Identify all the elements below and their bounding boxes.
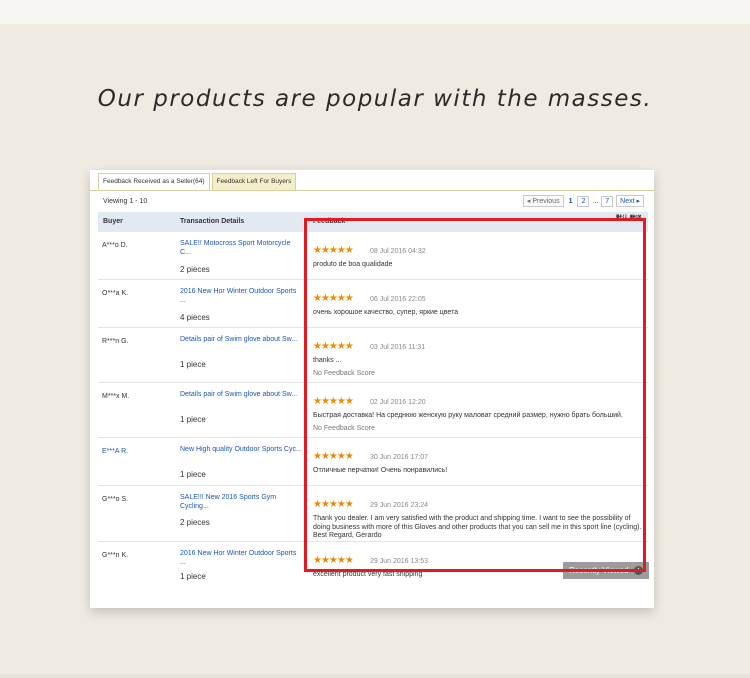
rating-stars: ★★★★★ [313,341,354,352]
feedback-text: Thank you dealer. I am very satisfied wi… [313,515,642,540]
table-row: A***o D. SALE!! Motocross Sport Motorcyc… [98,232,648,280]
product-link[interactable]: SALE!! Motocross Sport Motorcycle C... [180,239,302,257]
feedback-text: thanks ... [313,357,342,364]
page-current: 1 [568,197,573,205]
rating-stars: ★★★★★ [313,499,354,510]
product-link[interactable]: SALE!!! New 2016 Sports Gym Cycling... [180,493,302,511]
no-feedback-score: No Feedback Score [313,369,375,377]
feedback-date: 06 Jul 2016 22:05 [370,296,426,303]
buyer-name: A***o D. [102,242,128,249]
pager-ellipsis: ... [592,197,599,205]
feedback-text: Быстрая доставка! На среднюю женскую рук… [313,412,623,419]
table-row: R***n G. Details pair of Swim glove abou… [98,328,648,383]
feedback-cell: ★★★★★ 03 Jul 2016 11:31 thanks ... No Fee… [313,336,643,377]
header-buyer: Buyer [103,218,123,225]
translate-toggle[interactable]: 默认 翻译 [616,213,642,222]
product-link[interactable]: 2016 New Hor Winter Outdoor Sports ... [180,549,302,567]
product-link[interactable]: New High quality Outdoor Sports Cyc... [180,445,302,454]
feedback-text: очень хорошое качество, супер, яркие цве… [313,309,459,316]
feedback-cell: ★★★★★ 06 Jul 2016 22:05 очень хорошое кач… [313,288,643,318]
buyer-name: G***n K. [102,552,129,559]
rating-stars: ★★★★★ [313,396,354,407]
rating-stars: ★★★★★ [313,245,354,256]
quantity: 2 pieces [180,518,210,527]
feedback-tabs: Feedback Received as a Seller(64) Feedba… [98,173,298,191]
feedback-date: 29 Jun 2016 13:53 [370,558,428,565]
quantity: 2 pieces [180,265,210,274]
buyer-name: R***n G. [102,338,129,345]
quantity: 1 piece [180,572,206,581]
quantity: 1 piece [180,360,206,369]
viewing-range: Viewing 1 - 10 [103,198,148,205]
table-row: E***A R. New High quality Outdoor Sports… [98,438,648,486]
header-feedback: Feedback [313,218,346,225]
rating-stars: ★★★★★ [313,555,354,566]
feedback-date: 08 Jul 2016 04:32 [370,248,426,255]
feedback-cell: ★★★★★ 02 Jul 2016 12:20 Быстрая доставка!… [313,391,643,432]
product-link[interactable]: Details pair of Swim glove about Sw... [180,335,302,344]
tab-feedback-left[interactable]: Feedback Left For Buyers [211,173,297,191]
table-row: O***a K. 2016 New Hor Winter Outdoor Spo… [98,280,648,328]
feedback-panel: Feedback Received as a Seller(64) Feedba… [90,170,654,608]
table-row: M***x M. Details pair of Swim glove abou… [98,383,648,438]
bottom-strip [0,674,750,678]
feedback-rows: A***o D. SALE!! Motocross Sport Motorcyc… [98,232,648,589]
feedback-cell: ★★★★★ 30 Jun 2016 17:07 Отличные перчатки… [313,446,643,476]
buyer-name: G***o S. [102,496,129,503]
quantity: 1 piece [180,415,206,424]
buyer-name: M***x M. [102,393,130,400]
header-transaction: Transaction Details [180,218,245,225]
previous-button[interactable]: ◂ Previous [522,195,564,207]
buyer-name: O***a K. [102,290,129,297]
feedback-date: 29 Jun 2016 23:24 [370,502,428,509]
buyer-name[interactable]: E***A R. [102,448,128,455]
quantity: 1 piece [180,470,206,479]
page-last-link[interactable]: 7 [601,195,614,207]
rating-stars: ★★★★★ [313,451,354,462]
tab-feedback-received[interactable]: Feedback Received as a Seller(64) [98,173,210,191]
page-2-link[interactable]: 2 [577,195,590,207]
feedback-date: 02 Jul 2016 12:20 [370,399,426,406]
product-link[interactable]: 2016 New Hor Winter Outdoor Sports ... [180,287,302,305]
quantity: 4 pieces [180,313,210,322]
feedback-text: Отличные перчатки! Очень понравились! [313,467,448,474]
pagination: ◂ Previous 1 2 ... 7 Next ▸ [520,195,644,207]
feedback-date: 03 Jul 2016 11:31 [370,344,426,351]
rating-stars: ★★★★★ [313,293,354,304]
recently-viewed-button[interactable]: Recently Viewed ▲ [563,562,649,579]
feedback-text: produto de boa qualidade [313,261,393,268]
table-row: G***o S. SALE!!! New 2016 Sports Gym Cyc… [98,486,648,542]
table-header: Buyer Transaction Details Feedback [98,212,648,232]
tab-divider [90,190,654,191]
headline: Our products are popular with the masses… [97,86,653,112]
recently-viewed-label: Recently Viewed [569,566,629,575]
top-strip [0,0,750,24]
feedback-cell: ★★★★★ 29 Jun 2016 23:24 Thank you dealer.… [313,494,643,541]
chevron-up-icon: ▲ [634,566,643,575]
no-feedback-score: No Feedback Score [313,424,375,432]
feedback-cell: ★★★★★ 08 Jul 2016 04:32 produto de boa qu… [313,240,643,270]
feedback-date: 30 Jun 2016 17:07 [370,454,428,461]
product-link[interactable]: Details pair of Swim glove about Sw... [180,390,302,399]
next-button[interactable]: Next ▸ [616,195,644,207]
